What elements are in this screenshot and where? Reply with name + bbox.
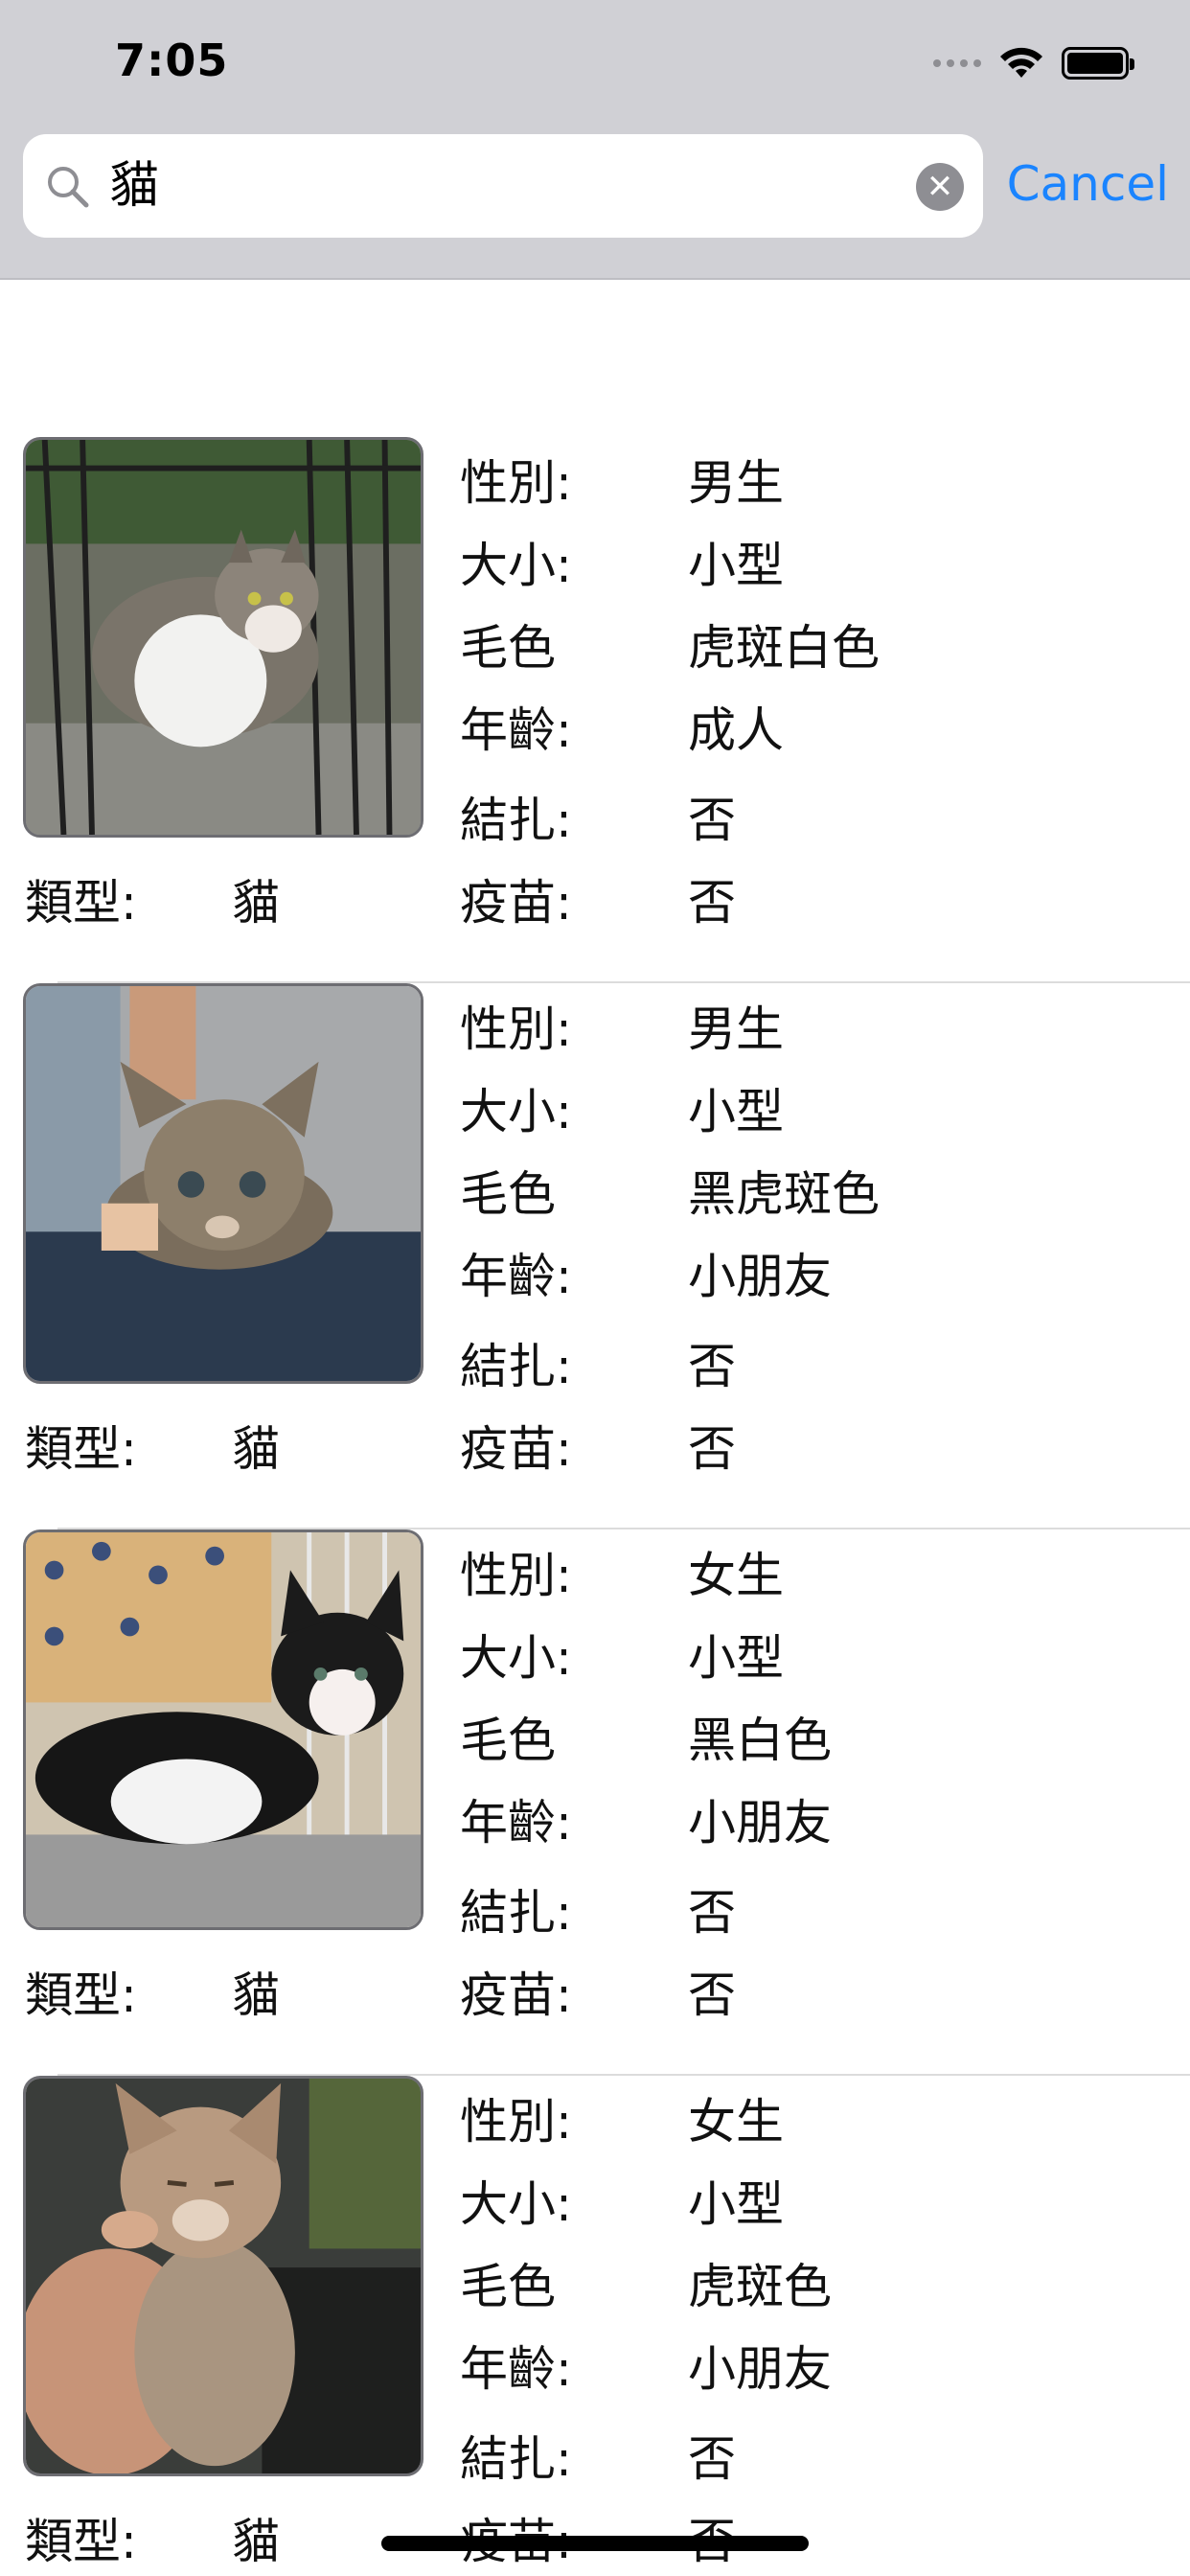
neutered-label: 結扎: [460,1885,572,1941]
list-item[interactable]: 性別: 男生 大小: 小型 毛色 黑虎斑色 年齡: 小朋友 結扎: 否 類型: … [0,983,1190,1530]
type-value: 貓 [232,2514,280,2569]
gender-value: 男生 [688,1001,784,1057]
gender-label: 性別: [460,1548,572,1603]
clear-icon[interactable]: ✕ [916,163,964,211]
age-label: 年齡: [460,1795,572,1851]
search-input[interactable]: 貓 ✕ [23,134,983,238]
gender-value: 女生 [688,1548,784,1603]
app-screen: 7:05 貓 ✕ Cancel 性別: 男生 大小: 小型 毛色 虎斑白色 年齡… [0,0,1190,2576]
vaccine-label: 疫苗: [460,875,572,931]
age-label: 年齡: [460,1249,572,1304]
neutered-label: 結扎: [460,1339,572,1394]
cancel-button[interactable]: Cancel [1007,153,1169,215]
neutered-value: 否 [688,793,736,848]
pet-photo [23,437,423,838]
wifi-icon [998,45,1044,81]
size-label: 大小: [460,2176,572,2232]
vaccine-label: 疫苗: [460,1421,572,1477]
size-label: 大小: [460,538,572,593]
status-icons [933,44,1134,82]
type-value: 貓 [232,875,280,931]
pet-photo [23,983,423,1384]
color-value: 虎斑色 [688,2259,832,2314]
neutered-value: 否 [688,1885,736,1941]
color-value: 黑虎斑色 [688,1166,880,1222]
search-header: 7:05 貓 ✕ Cancel [0,0,1190,280]
vaccine-value: 否 [688,1967,736,2023]
color-value: 虎斑白色 [688,620,880,676]
list-item[interactable]: 性別: 男生 大小: 小型 毛色 虎斑白色 年齡: 成人 結扎: 否 類型: 貓… [0,437,1190,983]
gender-value: 女生 [688,2094,784,2150]
battery-icon [1062,47,1134,80]
list-item[interactable]: 性別: 女生 大小: 小型 毛色 黑白色 年齡: 小朋友 結扎: 否 類型: 貓… [0,1530,1190,2076]
vaccine-value: 否 [688,1421,736,1477]
search-query: 貓 [109,157,160,215]
color-label: 毛色 [460,620,556,676]
size-value: 小型 [688,2176,784,2232]
age-value: 小朋友 [688,2341,832,2397]
neutered-label: 結扎: [460,793,572,848]
gender-label: 性別: [460,455,572,511]
type-label: 類型: [25,875,137,931]
size-label: 大小: [460,1084,572,1139]
color-label: 毛色 [460,1713,556,1768]
home-indicator[interactable] [381,2536,809,2551]
gender-label: 性別: [460,2094,572,2150]
type-label: 類型: [25,1421,137,1477]
status-time: 7:05 [115,34,229,86]
vaccine-label: 疫苗: [460,1967,572,2023]
age-value: 小朋友 [688,1795,832,1851]
list-item[interactable]: 性別: 女生 大小: 小型 毛色 虎斑色 年齡: 小朋友 結扎: 否 類型: 貓… [0,2076,1190,2576]
gender-value: 男生 [688,455,784,511]
pet-photo [23,2076,423,2476]
color-value: 黑白色 [688,1713,832,1768]
age-value: 小朋友 [688,1249,832,1304]
neutered-label: 結扎: [460,2431,572,2487]
size-value: 小型 [688,1630,784,1686]
age-value: 成人 [688,702,784,758]
vaccine-value: 否 [688,875,736,931]
color-label: 毛色 [460,1166,556,1222]
neutered-value: 否 [688,2431,736,2487]
neutered-value: 否 [688,1339,736,1394]
search-icon [44,163,92,211]
age-label: 年齡: [460,2341,572,2397]
color-label: 毛色 [460,2259,556,2314]
size-label: 大小: [460,1630,572,1686]
type-label: 類型: [25,1967,137,2023]
size-value: 小型 [688,1084,784,1139]
cellular-dots-icon [933,59,981,67]
age-label: 年齡: [460,702,572,758]
type-value: 貓 [232,1421,280,1477]
pet-photo [23,1530,423,1930]
type-value: 貓 [232,1967,280,2023]
size-value: 小型 [688,538,784,593]
type-label: 類型: [25,2514,137,2569]
gender-label: 性別: [460,1001,572,1057]
